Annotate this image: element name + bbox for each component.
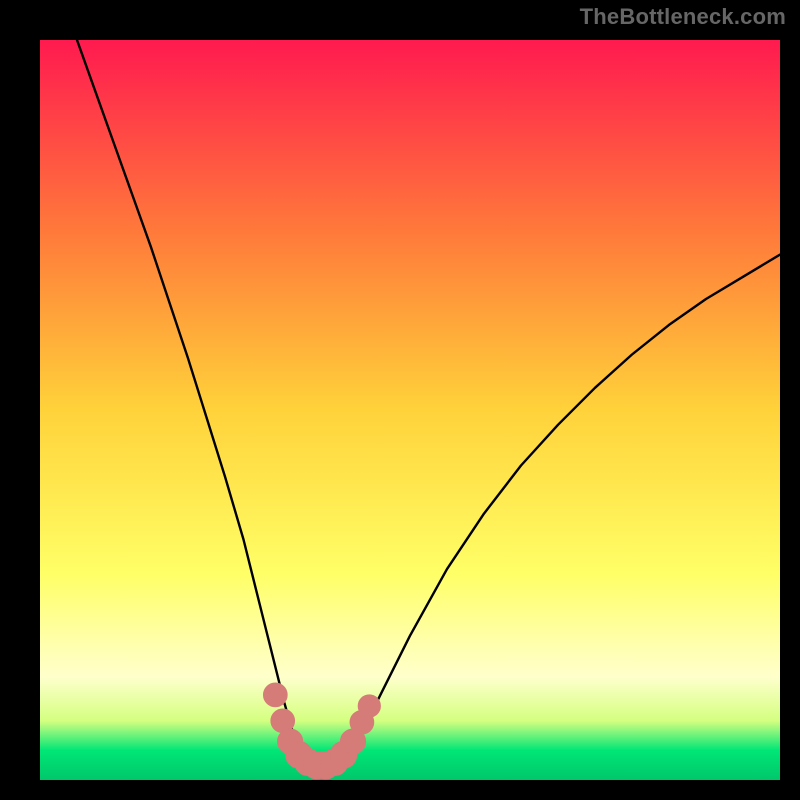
gradient-background (40, 40, 780, 780)
plot-area (40, 40, 780, 780)
curve-marker (263, 683, 287, 707)
chart-frame: TheBottleneck.com (0, 0, 800, 800)
curve-marker (358, 695, 380, 717)
watermark-text: TheBottleneck.com (580, 4, 786, 30)
bottleneck-chart (40, 40, 780, 780)
